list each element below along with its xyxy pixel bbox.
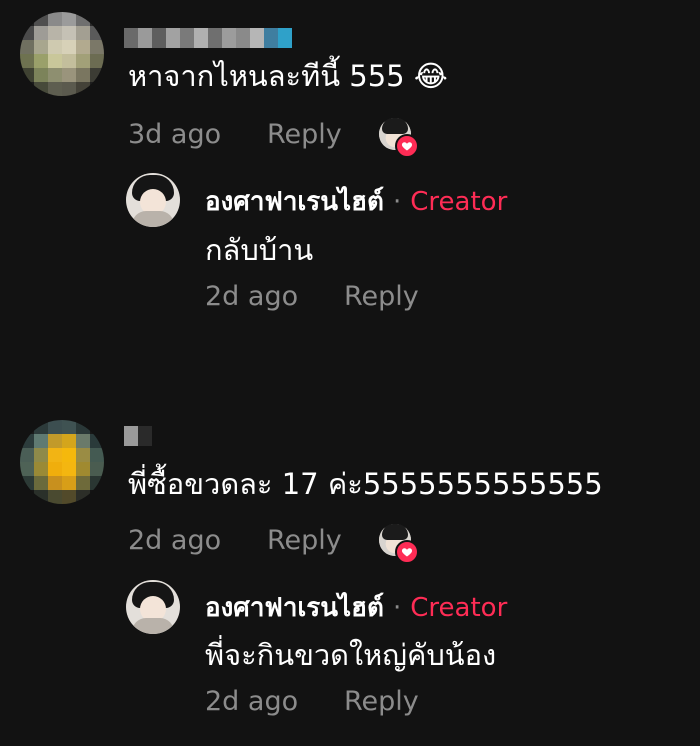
commenter-name-blurred[interactable] — [124, 426, 152, 446]
reply-button[interactable]: Reply — [344, 686, 419, 717]
reply-author-line: องศาฟาเรนไฮต์ · Creator — [205, 181, 507, 222]
reply-author-line: องศาฟาเรนไฮต์ · Creator — [205, 587, 507, 628]
comment-timestamp: 2d ago — [128, 525, 222, 556]
liked-by-creator-icon[interactable] — [379, 118, 419, 158]
creator-avatar[interactable] — [126, 580, 180, 634]
reply-button[interactable]: Reply — [344, 281, 419, 312]
reply-timestamp: 2d ago — [205, 686, 299, 717]
comment-timestamp: 3d ago — [128, 119, 222, 150]
reply-timestamp: 2d ago — [205, 281, 299, 312]
reply-text: พี่จะกินขวดใหญ่คับน้อง — [205, 638, 497, 672]
creator-name[interactable]: องศาฟาเรนไฮต์ — [205, 187, 384, 217]
heart-icon — [395, 134, 419, 158]
creator-avatar[interactable] — [126, 173, 180, 227]
comment-text: พี่ซื้อขวดละ 17 ค่ะ5555555555555 — [128, 467, 603, 501]
heart-icon — [395, 540, 419, 564]
commenter-avatar[interactable] — [20, 12, 104, 96]
laughing-emoji: 😂 — [413, 59, 448, 93]
creator-name[interactable]: องศาฟาเรนไฮต์ — [205, 593, 384, 623]
creator-badge: Creator — [410, 187, 508, 217]
commenter-name-blurred[interactable] — [124, 28, 292, 48]
separator-dot: · — [392, 187, 402, 217]
comment-text: หาจากไหนละทีนี้ 555 😂 — [128, 59, 448, 93]
separator-dot: · — [392, 593, 402, 623]
reply-text: กลับบ้าน — [205, 233, 314, 267]
liked-by-creator-icon[interactable] — [379, 524, 419, 564]
creator-badge: Creator — [410, 593, 508, 623]
reply-button[interactable]: Reply — [267, 119, 342, 150]
reply-button[interactable]: Reply — [267, 525, 342, 556]
commenter-avatar[interactable] — [20, 420, 104, 504]
